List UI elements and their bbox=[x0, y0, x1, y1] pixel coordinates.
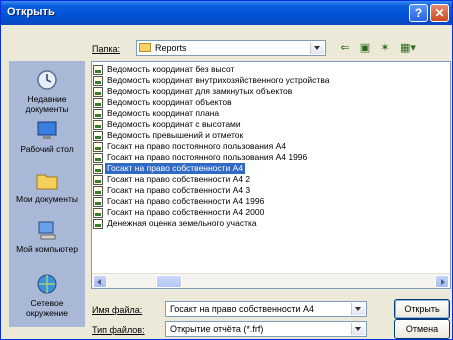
folder-icon bbox=[139, 43, 151, 52]
report-file-icon bbox=[93, 131, 103, 141]
folder-label: Папка: bbox=[92, 44, 120, 54]
report-file-icon bbox=[93, 142, 103, 152]
folder-current: Reports bbox=[155, 43, 187, 53]
report-file-icon bbox=[93, 197, 103, 207]
place-my-computer[interactable]: Мой компьютер bbox=[9, 219, 85, 254]
place-network[interactable]: Сетевое окружение bbox=[9, 273, 85, 318]
folder-up-icon[interactable]: ▣ bbox=[357, 41, 373, 55]
report-file-icon bbox=[93, 175, 103, 185]
title-bar[interactable]: Открыть ? ✕ bbox=[1, 1, 452, 25]
file-list[interactable]: Ведомость координат без высот Ведомость … bbox=[91, 61, 451, 289]
chevron-down-icon[interactable] bbox=[351, 303, 365, 315]
report-file-icon bbox=[93, 153, 103, 163]
desktop-icon bbox=[37, 121, 57, 139]
my-documents-icon bbox=[36, 174, 58, 190]
scroll-left-icon[interactable] bbox=[93, 275, 107, 288]
chevron-down-icon[interactable] bbox=[351, 323, 365, 335]
scroll-thumb[interactable] bbox=[156, 275, 182, 288]
places-bar: Недавние документы Рабочий стол Мои доку… bbox=[9, 61, 85, 327]
report-file-icon bbox=[93, 164, 103, 174]
place-recent[interactable]: Недавние документы bbox=[9, 69, 85, 114]
cancel-button[interactable]: Отмена bbox=[394, 319, 450, 339]
folder-combo[interactable]: Reports bbox=[136, 40, 326, 56]
report-file-icon bbox=[93, 98, 103, 108]
filetype-label: Тип файлов: bbox=[92, 325, 145, 335]
recent-docs-icon bbox=[37, 70, 57, 90]
scroll-right-icon[interactable] bbox=[435, 275, 449, 288]
close-icon[interactable]: ✕ bbox=[430, 4, 449, 22]
view-menu-icon[interactable]: ▦▾ bbox=[397, 41, 419, 55]
horizontal-scrollbar[interactable] bbox=[92, 273, 450, 288]
filename-label: Имя файла: bbox=[92, 305, 143, 315]
my-computer-icon bbox=[38, 221, 56, 240]
report-file-icon bbox=[93, 109, 103, 119]
place-desktop[interactable]: Рабочий стол bbox=[9, 119, 85, 154]
filename-input[interactable]: Госакт на право собственности А4 bbox=[165, 301, 367, 317]
back-arrow-icon[interactable]: ⇐ bbox=[337, 41, 353, 55]
network-icon bbox=[37, 274, 57, 294]
filename-value: Госакт на право собственности А4 bbox=[170, 304, 315, 314]
report-file-icon bbox=[93, 120, 103, 130]
report-file-icon bbox=[93, 186, 103, 196]
report-file-icon bbox=[93, 87, 103, 97]
filetype-select[interactable]: Открытие отчёта (*.frf) bbox=[165, 321, 367, 337]
window-title: Открыть bbox=[7, 6, 55, 18]
new-folder-icon[interactable]: ✶ bbox=[377, 41, 393, 55]
open-button[interactable]: Открыть bbox=[394, 299, 450, 319]
report-file-icon bbox=[93, 219, 103, 229]
report-file-icon bbox=[93, 65, 103, 75]
report-file-icon bbox=[93, 208, 103, 218]
chevron-down-icon[interactable] bbox=[310, 42, 324, 54]
report-file-icon bbox=[93, 76, 103, 86]
help-icon[interactable]: ? bbox=[409, 4, 428, 22]
filetype-value: Открытие отчёта (*.frf) bbox=[170, 324, 264, 334]
open-dialog: Открыть ? ✕ Папка: Reports ⇐ ▣ ✶ ▦▾ Неда… bbox=[0, 0, 453, 340]
place-my-documents[interactable]: Мои документы bbox=[9, 169, 85, 204]
